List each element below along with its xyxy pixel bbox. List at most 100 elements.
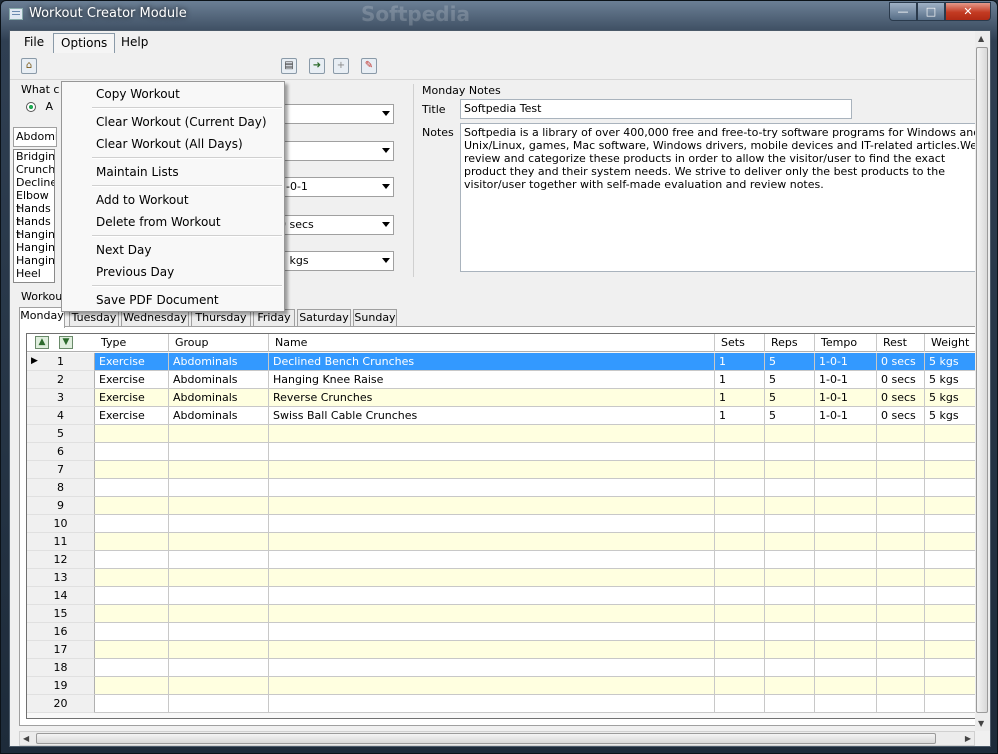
grid-cell[interactable] xyxy=(877,461,925,479)
grid-cell[interactable]: Abdominals xyxy=(169,407,269,425)
column-header[interactable]: Sets xyxy=(715,334,765,352)
grid-cell[interactable]: 5 xyxy=(765,353,815,371)
column-header[interactable]: Tempo xyxy=(815,334,877,352)
grid-cell[interactable] xyxy=(815,551,877,569)
grid-cell[interactable] xyxy=(765,443,815,461)
grid-cell[interactable] xyxy=(169,497,269,515)
grid-cell[interactable] xyxy=(815,515,877,533)
grid-cell[interactable] xyxy=(877,605,925,623)
table-row[interactable]: 17 xyxy=(27,641,985,659)
grid-cell[interactable] xyxy=(715,497,765,515)
grid-cell[interactable] xyxy=(765,695,815,713)
row-header[interactable]: 6 xyxy=(27,443,95,461)
menu-item-copy-workout[interactable]: Copy Workout xyxy=(96,87,180,101)
horizontal-scrollbar[interactable]: ◀ ▶ xyxy=(19,731,975,746)
list-item[interactable]: Hangin xyxy=(14,228,54,241)
grid-cell[interactable] xyxy=(877,587,925,605)
grid-cell[interactable] xyxy=(765,641,815,659)
grid-cell[interactable] xyxy=(169,569,269,587)
grid-cell[interactable] xyxy=(765,497,815,515)
scroll-thumb[interactable] xyxy=(36,733,936,744)
menu-help[interactable]: Help xyxy=(114,33,155,52)
grid-cell[interactable] xyxy=(95,605,169,623)
row-header[interactable]: 10 xyxy=(27,515,95,533)
grid-cell[interactable] xyxy=(877,497,925,515)
grid-cell[interactable] xyxy=(169,479,269,497)
notes-icon[interactable]: ▤ xyxy=(281,58,297,74)
grid-cell[interactable]: Swiss Ball Cable Crunches xyxy=(269,407,715,425)
grid-cell[interactable] xyxy=(877,533,925,551)
grid-cell[interactable] xyxy=(169,677,269,695)
reps-combo[interactable]: 5 xyxy=(270,141,394,161)
grid-cell[interactable] xyxy=(95,497,169,515)
grid-cell[interactable] xyxy=(765,569,815,587)
grid-cell[interactable] xyxy=(877,623,925,641)
grid-cell[interactable]: 0 secs xyxy=(877,389,925,407)
list-item[interactable]: Bridging xyxy=(14,150,54,163)
row-header[interactable]: 17 xyxy=(27,641,95,659)
list-item[interactable]: Hands t xyxy=(14,202,54,228)
table-row[interactable]: 10 xyxy=(27,515,985,533)
grid-cell[interactable] xyxy=(877,695,925,713)
table-row[interactable]: 7 xyxy=(27,461,985,479)
grid-cell[interactable] xyxy=(269,461,715,479)
grid-cell[interactable] xyxy=(715,461,765,479)
grid-cell[interactable] xyxy=(877,479,925,497)
grid-cell[interactable]: 0 secs xyxy=(877,353,925,371)
grid-cell[interactable] xyxy=(765,605,815,623)
grid-cell[interactable] xyxy=(269,695,715,713)
menu-item-save-pdf[interactable]: Save PDF Document xyxy=(96,293,219,307)
grid-cell[interactable]: Abdominals xyxy=(169,371,269,389)
grid-cell[interactable]: 1 xyxy=(715,407,765,425)
rest-combo[interactable]: 0 secs xyxy=(270,215,394,235)
row-header[interactable]: 15 xyxy=(27,605,95,623)
grid-cell[interactable] xyxy=(269,623,715,641)
menu-item-delete-from-workout[interactable]: Delete from Workout xyxy=(96,215,221,229)
pdf-icon[interactable]: ✎ xyxy=(361,58,377,74)
row-header[interactable]: 5 xyxy=(27,425,95,443)
grid-cell[interactable] xyxy=(815,695,877,713)
row-header[interactable]: 11 xyxy=(27,533,95,551)
row-header[interactable]: 19 xyxy=(27,677,95,695)
grid-cell[interactable] xyxy=(95,587,169,605)
grid-cell[interactable] xyxy=(95,695,169,713)
grid-cell[interactable] xyxy=(815,425,877,443)
grid-cell[interactable] xyxy=(815,461,877,479)
table-row[interactable]: 11 xyxy=(27,533,985,551)
table-row[interactable]: ▶ 1 Exercise Abdominals Declined Bench Crunc… xyxy=(27,353,985,371)
grid-cell[interactable] xyxy=(715,659,765,677)
table-row[interactable]: 3 Exercise Abdominals Reverse Crunches 1 5 1-0… xyxy=(27,389,985,407)
row-header[interactable]: ▶ 1 xyxy=(27,353,95,371)
grid-cell[interactable] xyxy=(715,641,765,659)
maximize-button[interactable]: □ xyxy=(917,2,945,21)
grid-cell[interactable] xyxy=(815,623,877,641)
grid-cell[interactable] xyxy=(715,677,765,695)
grid-cell[interactable] xyxy=(765,659,815,677)
grid-cell[interactable] xyxy=(715,623,765,641)
grid-cell[interactable] xyxy=(715,443,765,461)
row-header[interactable]: 16 xyxy=(27,623,95,641)
table-row[interactable]: 2 Exercise Abdominals Hanging Knee Raise 1 5 1… xyxy=(27,371,985,389)
grid-cell[interactable]: Exercise xyxy=(95,353,169,371)
grid-cell[interactable] xyxy=(169,515,269,533)
scroll-right-icon[interactable]: ▶ xyxy=(965,734,971,743)
grid-cell[interactable] xyxy=(815,677,877,695)
menu-item-clear-current[interactable]: Clear Workout (Current Day) xyxy=(96,115,267,129)
grid-cell[interactable] xyxy=(95,677,169,695)
grid-cell[interactable] xyxy=(95,515,169,533)
grid-cell[interactable] xyxy=(95,461,169,479)
notes-textarea[interactable]: Softpedia is a library of over 400,000 f… xyxy=(460,123,990,272)
tab-monday[interactable]: Monday xyxy=(19,307,65,328)
grid-cell[interactable] xyxy=(715,479,765,497)
grid-cell[interactable] xyxy=(877,425,925,443)
vertical-scrollbar[interactable]: ▲ ▼ xyxy=(975,31,990,731)
list-item[interactable]: Hangin xyxy=(14,241,54,254)
grid-cell[interactable]: 5 xyxy=(765,407,815,425)
grid-cell[interactable] xyxy=(95,533,169,551)
grid-cell[interactable] xyxy=(169,587,269,605)
column-header[interactable]: Rest xyxy=(877,334,925,352)
grid-cell[interactable] xyxy=(269,497,715,515)
grid-cell[interactable] xyxy=(765,479,815,497)
grid-cell[interactable]: 0 secs xyxy=(877,407,925,425)
weight-combo[interactable]: 5 kgs xyxy=(270,251,394,271)
